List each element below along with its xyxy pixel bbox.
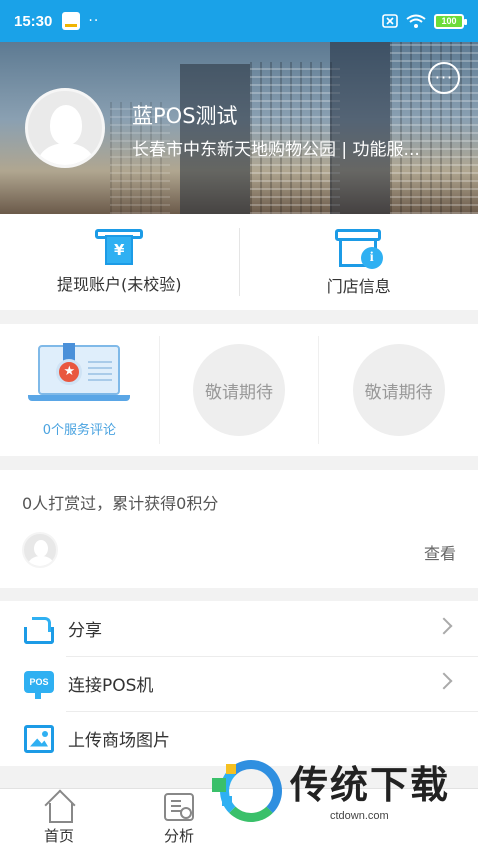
badges-row: ★ 0个服务评论 敬请期待 敬请期待 (0, 324, 478, 456)
store-info-icon: i (334, 227, 383, 269)
banner-building (330, 42, 390, 214)
watermark-logo-icon (212, 756, 284, 828)
chevron-right-icon (435, 672, 453, 690)
store-name: 蓝POS测试 (132, 104, 238, 128)
menu-item-share[interactable]: 分享 (0, 601, 478, 656)
menu-item-connect-pos[interactable]: POS 连接POS机 (0, 656, 478, 711)
logo-square (222, 796, 232, 806)
quick-entries: ¥ 提现账户(未校验) i 门店信息 (0, 214, 478, 310)
store-info-button[interactable]: i 门店信息 (240, 214, 478, 310)
status-icons: 100 (382, 13, 467, 29)
rewards-summary: 0人打赏过，累计获得0积分 (22, 494, 219, 513)
menu-item-label: 连接POS机 (68, 676, 154, 696)
text-lines (88, 360, 113, 383)
share-icon (24, 615, 54, 644)
watermark: 传统下载 ctdown.com (206, 752, 472, 828)
profile-header: 蓝POS测试 长春市中东新天地购物公园 | 功能服... ··· (0, 42, 478, 214)
laptop-medal-icon: ★ (28, 342, 131, 401)
menu-list: 分享 POS 连接POS机 上传商场图片 (0, 601, 478, 766)
status-bar: 15:30 ·· 100 (0, 0, 478, 42)
tab-analysis-label: 分析 (163, 827, 194, 845)
status-more-dots: ·· (88, 13, 100, 29)
laptop-base (28, 394, 131, 401)
chevron-right-icon (435, 617, 453, 635)
image-upload-icon (24, 724, 54, 753)
app-notification-icon (62, 12, 81, 30)
service-comments-badge[interactable]: ★ 0个服务评论 (0, 324, 159, 456)
coming-soon-circle: 敬请期待 (352, 344, 445, 436)
tab-analysis[interactable]: 分析 (149, 793, 209, 846)
coming-soon-badge: 敬请期待 (319, 324, 478, 456)
tab-home-label: 首页 (43, 827, 74, 845)
coming-soon-circle: 敬请期待 (193, 344, 285, 436)
tab-home[interactable]: 首页 (29, 793, 89, 846)
avatar-body-shape (28, 556, 54, 566)
battery-icon: 100 (434, 13, 467, 29)
tipper-avatar (22, 532, 58, 568)
message-button[interactable]: ··· (428, 62, 460, 94)
no-sim-icon (382, 14, 398, 28)
rewards-section: 0人打赏过，累计获得0积分 查看 (0, 470, 478, 588)
avatar-head-shape (50, 105, 82, 145)
status-time: 15:30 (14, 12, 53, 30)
avatar-head-shape (34, 540, 48, 557)
star-medal-icon: ★ (56, 358, 83, 385)
watermark-url: ctdown.com (330, 810, 389, 822)
home-icon (44, 793, 74, 823)
logo-square (212, 778, 226, 792)
avatar-body-shape (38, 143, 94, 165)
store-address: 长春市中东新天地购物公园 | 功能服... (132, 140, 420, 160)
service-comments-label: 0个服务评论 (42, 422, 116, 438)
withdraw-account-icon: ¥ (95, 229, 144, 265)
chat-bubble-icon: ··· (434, 68, 454, 87)
analysis-icon (164, 793, 194, 821)
withdraw-account-label: 提现账户(未校验) (57, 275, 182, 294)
medal-ribbon (63, 342, 76, 361)
withdraw-account-button[interactable]: ¥ 提现账户(未校验) (0, 214, 239, 310)
view-rewards-link[interactable]: 查看 (424, 540, 456, 564)
watermark-title: 传统下载 (290, 763, 451, 807)
menu-item-label: 分享 (68, 621, 102, 641)
wifi-icon (406, 14, 426, 28)
yuan-note: ¥ (105, 235, 134, 265)
coming-soon-badge: 敬请期待 (160, 324, 319, 456)
info-badge: i (360, 247, 383, 269)
store-info-label: 门店信息 (326, 277, 391, 296)
menu-item-label: 上传商场图片 (68, 731, 170, 751)
user-avatar[interactable] (25, 88, 105, 168)
logo-square (226, 764, 236, 774)
pos-icon: POS (24, 670, 54, 699)
